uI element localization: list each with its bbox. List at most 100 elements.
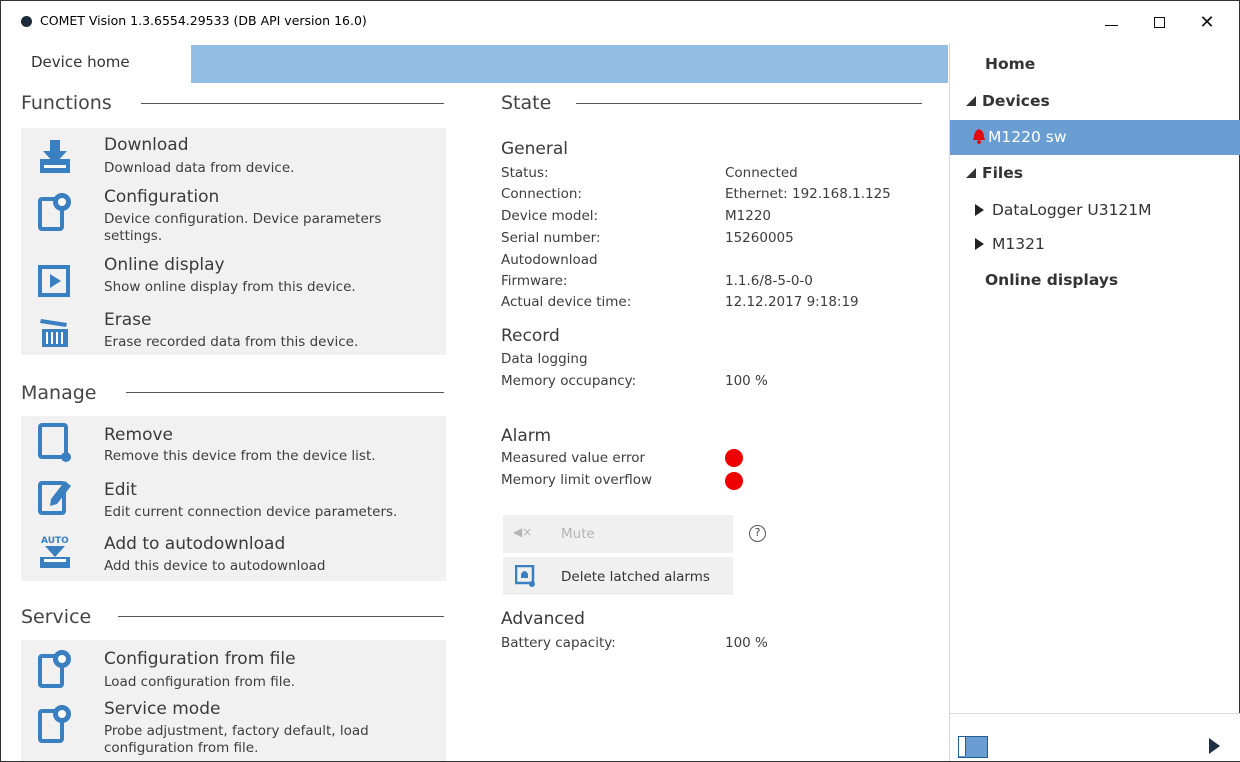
erase-button[interactable]: Erase Erase recorded data from this devi… — [21, 303, 446, 355]
sidebar-item-online-displays[interactable]: Online displays — [950, 271, 1240, 289]
configuration-from-file-button[interactable]: Configuration from file Load configurati… — [21, 640, 446, 695]
alarm-bell-icon — [973, 129, 985, 144]
battery-capacity-value: 100 % — [725, 635, 768, 651]
remove-desc: Remove this device from the device list. — [104, 448, 376, 464]
close-button[interactable]: ✕ — [1184, 7, 1230, 37]
memory-limit-overflow-indicator — [725, 472, 743, 490]
tab-device-home[interactable]: Device home — [20, 45, 191, 83]
memory-occupancy-value: 100 % — [725, 373, 768, 389]
firmware-label: Firmware: — [501, 273, 568, 289]
minimize-button[interactable] — [1088, 7, 1134, 37]
download-desc: Download data from device. — [104, 160, 295, 176]
configuration-desc: Device configuration. Device parameters … — [104, 211, 382, 244]
edit-icon — [38, 481, 71, 515]
erase-title: Erase — [104, 310, 152, 330]
sidebar-item-file-datalogger[interactable]: DataLogger U3121M — [950, 201, 1240, 219]
state-heading: State — [501, 92, 568, 114]
expand-panel-arrow-icon[interactable] — [1209, 738, 1220, 754]
maximize-button[interactable] — [1136, 7, 1182, 37]
delete-latched-alarms-button[interactable]: Delete latched alarms — [503, 557, 733, 595]
sidebar-devices-label: Devices — [982, 92, 1050, 110]
close-icon: ✕ — [1199, 11, 1215, 33]
add-to-autodownload-button[interactable]: AUTO Add to autodownload Add this device… — [21, 526, 446, 581]
configuration-file-icon — [38, 650, 71, 688]
serial-number-value: 15260005 — [725, 230, 794, 246]
sidebar-item-home[interactable]: Home — [950, 55, 1240, 73]
functions-divider — [141, 103, 444, 104]
functions-heading: Functions — [21, 92, 128, 114]
title-bar: COMET Vision 1.3.6554.29533 (DB API vers… — [1, 1, 1239, 43]
device-model-value: M1220 — [725, 208, 772, 224]
sidebar-file-label: DataLogger U3121M — [992, 201, 1152, 219]
status-value: Connected — [725, 165, 798, 181]
service-mode-title: Service mode — [104, 699, 221, 719]
sidebar-files-label: Files — [982, 164, 1023, 182]
connection-value: Ethernet: 192.168.1.125 — [725, 186, 891, 202]
device-time-label: Actual device time: — [501, 294, 632, 310]
delete-latched-alarms-label: Delete latched alarms — [561, 569, 710, 585]
advanced-heading: Advanced — [501, 609, 585, 629]
measured-value-error-indicator — [725, 449, 743, 467]
alarm-heading: Alarm — [501, 426, 552, 446]
online-display-title: Online display — [104, 255, 225, 275]
minimize-icon — [1104, 24, 1118, 26]
autodownload-icon-text: AUTO — [41, 536, 69, 546]
download-button[interactable]: Download Download data from device. — [21, 128, 446, 183]
remove-title: Remove — [104, 425, 173, 445]
device-time-value: 12.12.2017 9:18:19 — [725, 294, 859, 310]
configuration-from-file-title: Configuration from file — [104, 649, 296, 669]
mute-button[interactable]: ◀× Mute — [503, 515, 733, 553]
expanded-arrow-icon — [966, 96, 976, 106]
sidebar-item-device-m1220[interactable]: M1220 sw — [950, 120, 1240, 155]
header-strip — [191, 45, 948, 83]
erase-icon — [40, 319, 68, 347]
tab-device-home-label: Device home — [31, 53, 130, 71]
maximize-icon — [1153, 16, 1165, 28]
online-display-button[interactable]: Online display Show online display from … — [21, 253, 446, 303]
measured-value-error-label: Measured value error — [501, 450, 646, 466]
window-title: COMET Vision 1.3.6554.29533 (DB API vers… — [40, 13, 367, 28]
battery-capacity-label: Battery capacity: — [501, 635, 616, 651]
sidebar-item-file-m1321[interactable]: M1321 — [950, 235, 1240, 253]
download-title: Download — [104, 135, 189, 155]
edit-button[interactable]: Edit Edit current connection device para… — [21, 471, 446, 526]
service-mode-icon — [38, 705, 71, 743]
configuration-button[interactable]: Configuration Device configuration. Devi… — [21, 183, 446, 253]
service-heading: Service — [21, 606, 108, 628]
sidebar-footer — [950, 713, 1240, 761]
sidebar-home-label: Home — [985, 55, 1036, 73]
collapsed-arrow-icon — [975, 238, 984, 250]
record-heading: Record — [501, 326, 560, 346]
manage-heading: Manage — [21, 382, 113, 404]
sidebar-item-devices[interactable]: Devices — [950, 92, 1240, 110]
remove-button[interactable]: Remove Remove this device from the devic… — [21, 416, 446, 471]
erase-desc: Erase recorded data from this device. — [104, 334, 359, 350]
configuration-from-file-desc: Load configuration from file. — [104, 674, 296, 690]
speaker-muted-icon: ◀× — [513, 525, 533, 539]
sidebar-item-files[interactable]: Files — [950, 164, 1240, 182]
help-icon[interactable]: ? — [749, 525, 766, 542]
memory-occupancy-label: Memory occupancy: — [501, 373, 637, 389]
autodownload-desc: Add this device to autodownload — [104, 558, 326, 574]
connection-label: Connection: — [501, 186, 582, 202]
manage-divider — [126, 392, 444, 393]
online-display-icon — [38, 265, 70, 297]
sidebar-online-displays-label: Online displays — [985, 271, 1119, 289]
service-mode-button[interactable]: Service mode Probe adjustment, factory d… — [21, 695, 446, 761]
edit-desc: Edit current connection device parameter… — [104, 504, 398, 520]
latched-alarm-icon — [515, 565, 535, 587]
sidebar-file-label: M1321 — [992, 235, 1045, 253]
configuration-title: Configuration — [104, 187, 220, 207]
online-display-desc: Show online display from this device. — [104, 279, 356, 295]
serial-number-label: Serial number: — [501, 230, 601, 246]
service-mode-desc: Probe adjustment, factory default, load … — [104, 723, 369, 756]
data-logging-label: Data logging — [501, 351, 588, 367]
autodownload-label: Autodownload — [501, 252, 598, 268]
status-label: Status: — [501, 165, 549, 181]
general-heading: General — [501, 139, 568, 159]
memory-limit-overflow-label: Memory limit overflow — [501, 472, 653, 488]
service-divider — [118, 616, 444, 617]
panel-toggle-icon[interactable] — [958, 736, 988, 758]
configuration-icon — [38, 193, 71, 231]
collapsed-arrow-icon — [975, 204, 984, 216]
